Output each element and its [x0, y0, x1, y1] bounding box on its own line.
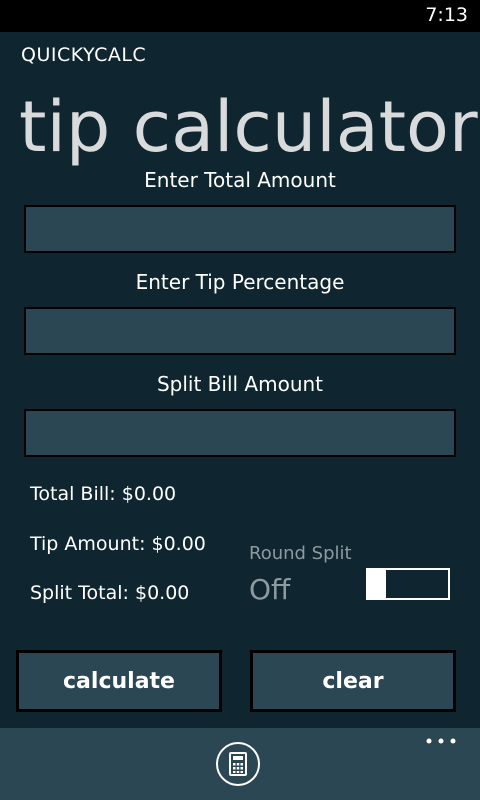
- round-split-state: Off: [249, 573, 291, 606]
- calculator-icon: [229, 752, 247, 776]
- status-bar: 7:13: [0, 0, 480, 32]
- page-title: tip calculator: [19, 86, 478, 168]
- split-bill-input[interactable]: [24, 409, 456, 457]
- toggle-track: [384, 568, 450, 600]
- tip-amount-result: Tip Amount: $0.00: [30, 533, 206, 555]
- status-time: 7:13: [425, 4, 468, 26]
- toggle-thumb: [366, 568, 384, 600]
- split-total-result: Split Total: $0.00: [30, 582, 190, 604]
- app-name: QUICKYCALC: [21, 44, 147, 66]
- clear-button[interactable]: clear: [250, 650, 456, 712]
- calculator-app-bar-button[interactable]: [216, 742, 260, 786]
- total-amount-label: Enter Total Amount: [144, 168, 336, 192]
- tip-percentage-input[interactable]: [24, 307, 456, 355]
- total-amount-input[interactable]: [24, 205, 456, 253]
- round-split-toggle[interactable]: [366, 568, 452, 600]
- app-bar: [0, 728, 480, 800]
- split-bill-label: Split Bill Amount: [156, 372, 324, 396]
- total-bill-result: Total Bill: $0.00: [30, 483, 177, 505]
- tip-percentage-label: Enter Tip Percentage: [135, 270, 345, 294]
- more-options-icon[interactable]: [426, 736, 456, 746]
- calculate-button[interactable]: calculate: [16, 650, 222, 712]
- round-split-label: Round Split: [249, 543, 352, 564]
